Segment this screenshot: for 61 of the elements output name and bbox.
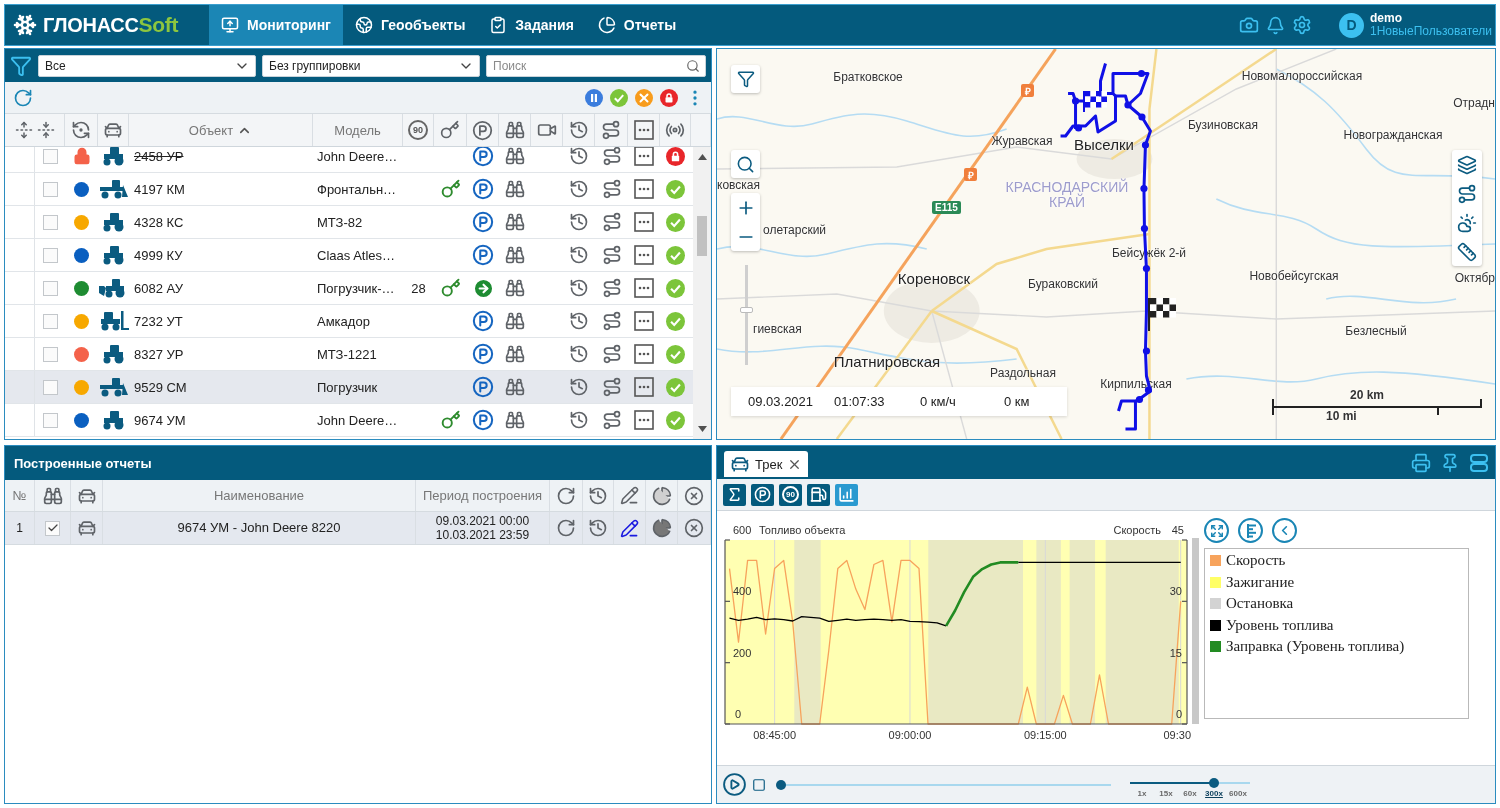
legend-label: Скорость	[1226, 552, 1286, 570]
vehicle-model: МТЗ-1221	[317, 346, 377, 362]
legend-label: Уровень топлива	[1226, 616, 1334, 634]
axis-tick-label: 15	[1169, 646, 1182, 659]
vehicle-model: John Deere…	[317, 148, 398, 164]
scale-label: 10 mi	[1326, 409, 1357, 423]
panel-title: Построенные отчеты	[14, 455, 152, 471]
axis-tick-label: 600	[733, 524, 752, 536]
place-label: Бураковский	[1028, 278, 1098, 292]
axis-tick-label: 08:45:00	[753, 729, 797, 741]
axis-tick-label: 45	[1171, 524, 1184, 536]
place-label: Безлесный	[1345, 325, 1407, 339]
place-label: Бузиновская	[1188, 119, 1258, 133]
axis-tick-label: 0	[735, 708, 742, 720]
road-sign: E115	[932, 201, 961, 214]
place-label: Братковское	[833, 71, 903, 85]
period-end: 10.03.2021 23:59	[435, 528, 530, 542]
place-label: олетарский	[763, 224, 827, 238]
vehicle-model: Амкадор	[317, 313, 370, 329]
legend-label: Заправка (Уровень топлива)	[1226, 638, 1405, 656]
axis-tick-label: 400	[733, 585, 752, 598]
legend-label: Зажигание	[1226, 573, 1295, 591]
time-text: 01:07:33	[834, 394, 886, 409]
axis-tick-label: 0	[1175, 708, 1182, 720]
speed-text: 0 км/ч	[920, 394, 957, 409]
row-number: 1	[16, 521, 23, 535]
axis-tick-label: 30	[1169, 585, 1182, 598]
place-label: Октябр	[1454, 272, 1495, 286]
axis-tick-label: 09:15:00	[1023, 729, 1067, 741]
place-label: Отрадн	[1453, 97, 1495, 111]
distance-text: 0 км	[1004, 394, 1031, 409]
logo-wordmark: ГЛОНАССSoft	[43, 13, 179, 37]
axis-title: Топливо объекта	[759, 524, 846, 536]
vehicle-model: Погрузчик	[317, 379, 378, 395]
scale-label: 20 km	[1350, 388, 1385, 402]
place-label: Выселки	[1074, 136, 1134, 154]
legend-label: Остановка	[1226, 595, 1294, 613]
place-label: Раздольная	[990, 367, 1056, 381]
user-name: demo	[1370, 12, 1403, 25]
place-label: КРАСНОДАРСКИЙ КРАЙ	[1004, 179, 1130, 211]
period-start: 09.03.2021 00:00	[435, 514, 530, 528]
axis-tick-label: 200	[733, 646, 752, 659]
user-group: 1НовыеПользователи	[1370, 25, 1492, 38]
speed-value: 28	[411, 280, 426, 296]
place-label: Платнировская	[833, 353, 941, 371]
vehicle-model: Фронтальн…	[317, 181, 397, 197]
axis-title: Скорость	[1113, 524, 1161, 536]
vehicle-model: МТЗ-82	[317, 214, 363, 230]
place-label: Новомалороссийская	[1241, 70, 1363, 84]
vehicle-model: Погрузчик-…	[317, 280, 395, 296]
vehicle-model: Claas Atles…	[317, 247, 396, 263]
place-label: гиевская	[753, 323, 802, 337]
place-label: Новобейсугская	[1249, 270, 1339, 284]
axis-tick-label: 09:00:00	[888, 729, 932, 741]
place-label: Журавская	[991, 135, 1053, 149]
place-label: ковская	[717, 179, 760, 193]
vehicle-model: John Deere…	[317, 412, 398, 428]
place-label: Новогражданская	[1343, 129, 1443, 143]
axis-tick-label: 09:30	[1163, 729, 1191, 741]
date-text: 09.03.2021	[748, 394, 815, 409]
place-label: Кореновск	[897, 270, 971, 288]
